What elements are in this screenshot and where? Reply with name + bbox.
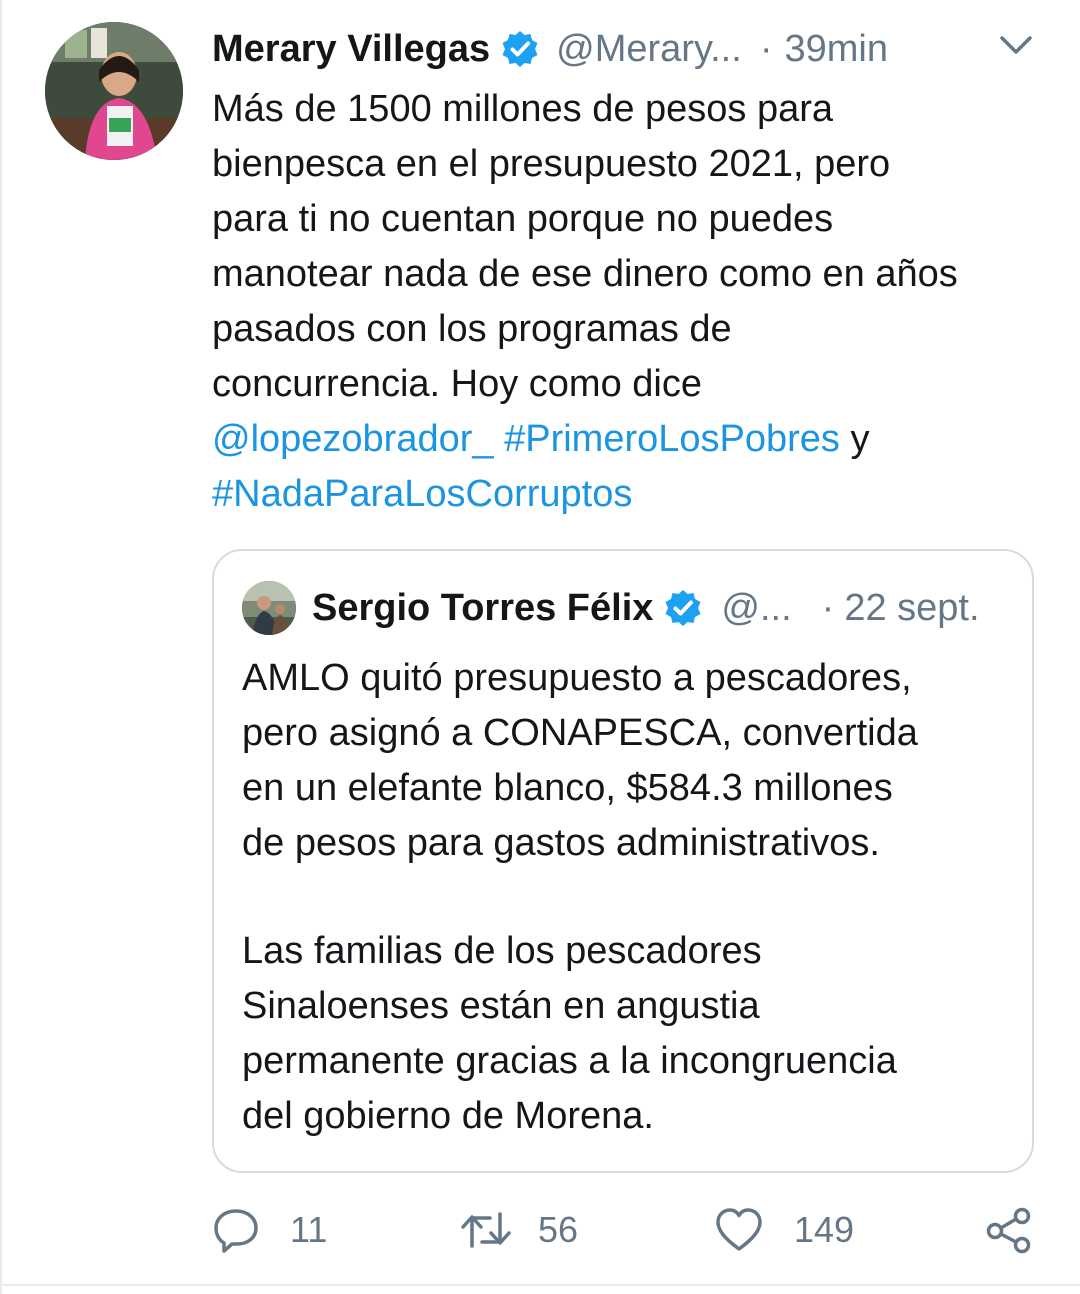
quoted-tweet-timestamp: 22 sept. xyxy=(844,586,980,629)
tweet-divider xyxy=(0,1284,1080,1286)
quoted-text-line: pero asignó a CONAPESCA, convertida xyxy=(242,712,918,754)
quoted-tweet-paragraph: AMLO quitó presupuesto a pescadores, per… xyxy=(242,651,1012,871)
quoted-text-line: AMLO quitó presupuesto a pescadores, xyxy=(242,657,912,699)
quoted-text-line: del gobierno de Morena. xyxy=(242,1095,654,1137)
tweet-text-line: bienpesca en el presupuesto 2021, pero xyxy=(212,143,891,185)
quoted-author-handle: @... xyxy=(721,586,792,629)
tweet-text-line: para ti no cuentan porque no puedes xyxy=(212,198,834,240)
timeline-edge xyxy=(0,0,2,1294)
verified-badge-icon xyxy=(665,590,701,626)
quoted-author-name: Sergio Torres Félix xyxy=(312,586,654,629)
chevron-down-icon[interactable] xyxy=(996,28,1036,62)
reply-button[interactable]: 11 xyxy=(212,1200,327,1260)
like-count: 149 xyxy=(794,1209,855,1250)
share-icon xyxy=(986,1207,1031,1254)
author-name[interactable]: Merary Villegas xyxy=(212,28,490,71)
quoted-text-line: Las familias de los pescadores xyxy=(242,930,762,972)
share-button[interactable] xyxy=(984,1200,1034,1260)
quoted-tweet-header: Sergio Torres Félix @... · 22 sept. xyxy=(312,583,1012,633)
heart-icon xyxy=(716,1208,762,1251)
tweet-text-line: Más de 1500 millones de pesos para xyxy=(212,88,834,130)
tweet-timestamp[interactable]: 39min xyxy=(784,28,888,71)
quoted-tweet[interactable]: Sergio Torres Félix @... · 22 sept. AMLO… xyxy=(212,549,1034,1173)
tweet[interactable]: Merary Villegas @Merary... · 39min Más d… xyxy=(0,0,1080,1294)
hashtag-link[interactable]: #NadaParaLosCorruptos xyxy=(212,473,632,515)
tweet-text-line: manotear nada de ese dinero como en años xyxy=(212,253,958,295)
reply-icon xyxy=(214,1209,258,1253)
retweet-button[interactable]: 56 xyxy=(458,1200,578,1260)
verified-badge-icon xyxy=(502,31,538,67)
author-avatar[interactable] xyxy=(45,22,183,160)
author-handle[interactable]: @Merary... xyxy=(556,28,742,71)
quoted-text-line: en un elefante blanco, $584.3 millones xyxy=(242,767,893,809)
header-separator: · xyxy=(821,586,835,629)
quoted-text-line: Sinaloenses están en angustia xyxy=(242,985,760,1027)
tweet-text-line: concurrencia. Hoy como dice xyxy=(212,363,702,405)
retweet-icon xyxy=(461,1212,511,1248)
tweet-text-conjunction: y xyxy=(850,418,870,460)
tweet-action-bar: 11 56 149 xyxy=(212,1200,1042,1260)
header-separator: · xyxy=(759,27,773,70)
quoted-text-line: de pesos para gastos administrativos. xyxy=(242,822,880,864)
retweet-count: 56 xyxy=(538,1209,579,1250)
mention-link[interactable]: @lopezobrador_ xyxy=(212,418,494,460)
tweet-header: Merary Villegas @Merary... · 39min xyxy=(212,24,952,74)
tweet-text-line: pasados con los programas de xyxy=(212,308,732,350)
reply-count: 11 xyxy=(290,1209,328,1250)
quoted-tweet-paragraph: Las familias de los pescadores Sinaloens… xyxy=(242,924,1012,1144)
like-button[interactable]: 149 xyxy=(714,1200,854,1260)
quoted-author-avatar xyxy=(242,581,296,635)
tweet-text: Más de 1500 millones de pesos para bienp… xyxy=(212,82,1062,522)
hashtag-link[interactable]: #PrimeroLosPobres xyxy=(504,418,840,460)
quoted-text-line: permanente gracias a la incongruencia xyxy=(242,1040,897,1082)
